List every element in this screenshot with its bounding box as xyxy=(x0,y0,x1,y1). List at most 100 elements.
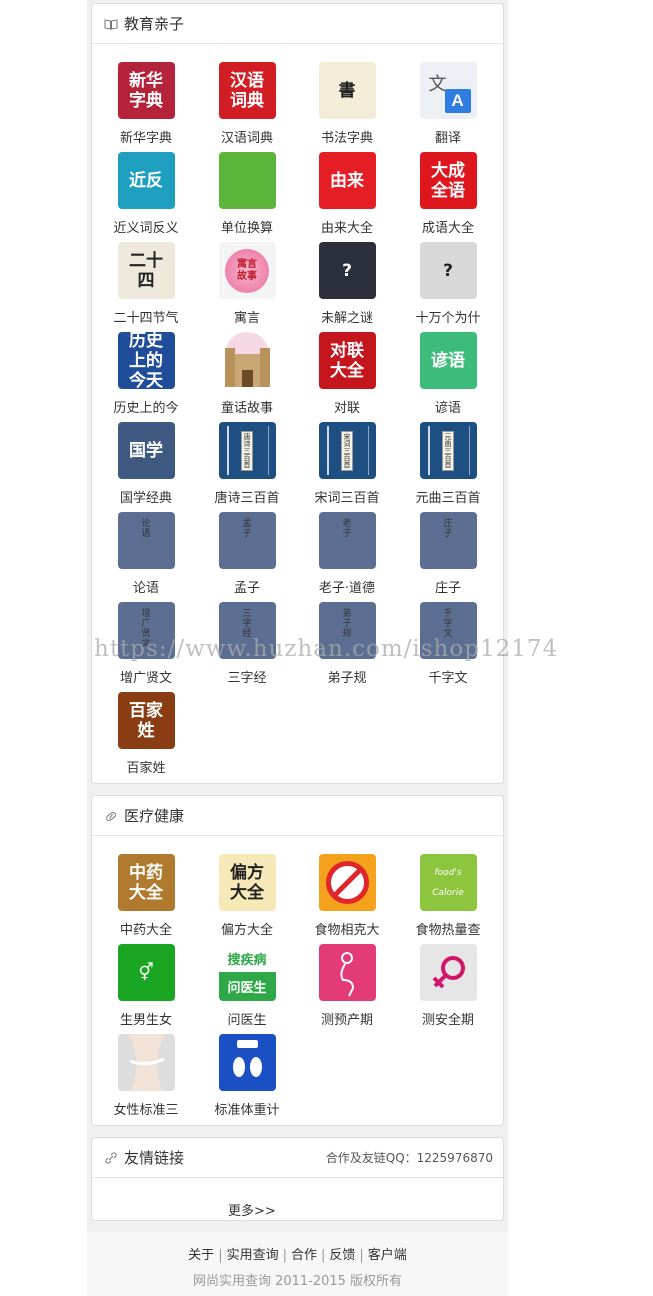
education-tile[interactable]: 谚语 谚语 xyxy=(398,332,498,422)
education-tile-label: 唐诗三百首 xyxy=(214,491,280,506)
pill-icon xyxy=(106,811,116,821)
education-tile-label: 国学经典 xyxy=(119,491,172,506)
health-tile-label: 中药大全 xyxy=(119,923,172,938)
footer-nav-separator: | xyxy=(218,1248,223,1263)
education-tile[interactable]: ? 未解之谜 xyxy=(297,242,397,332)
education-tile[interactable]: 童话故事 xyxy=(197,332,297,422)
education-tile[interactable]: 書书法字典 xyxy=(297,62,397,152)
education-tile[interactable]: 对联大全 对联 xyxy=(297,332,397,422)
education-tile-label: 成语大全 xyxy=(421,221,474,236)
health-tile[interactable]: 偏方大全 偏方大全 xyxy=(197,854,297,944)
classic-book-icon: 元曲三百首 xyxy=(419,422,477,479)
education-tile[interactable]: 三字经 三字经 xyxy=(197,602,297,692)
education-tile[interactable]: 由来 由来大全 xyxy=(297,152,397,242)
education-app-icon xyxy=(218,332,276,389)
links-more-link[interactable]: 更多>> xyxy=(228,1200,276,1219)
education-tile-label: 由来大全 xyxy=(320,221,373,236)
education-tile-label: 十万个为什 xyxy=(415,311,481,326)
education-tile[interactable]: 近反 近义词反义 xyxy=(96,152,196,242)
health-tile[interactable]: 搜疾病 问医生 问医生 xyxy=(197,944,297,1034)
footer-nav-link[interactable]: 实用查询 xyxy=(227,1248,279,1263)
education-tile[interactable]: 单位换算 xyxy=(197,152,297,242)
health-tile[interactable]: ⚥ 生男生女 xyxy=(96,944,196,1034)
education-tile[interactable]: 宋词三百首 宋词三百首 xyxy=(297,422,397,512)
footer-nav-separator: | xyxy=(359,1248,364,1263)
book-title-slip: 孟子 xyxy=(242,518,252,539)
education-tile[interactable]: 汉语词典 汉语词典 xyxy=(197,62,297,152)
health-tile[interactable]: 女性标准三 xyxy=(96,1034,196,1124)
footer: 关于 | 实用查询 | 合作 | 反馈 | 客户端 网尚实用查询 2011-2015 版权所有 xyxy=(87,1232,508,1296)
education-tile-label: 翻译 xyxy=(434,131,461,146)
fable-icon-text: 寓言故事 xyxy=(237,258,257,282)
education-tile[interactable]: 文 A 翻译 xyxy=(398,62,498,152)
health-tile-label: 问医生 xyxy=(227,1013,267,1028)
education-tile[interactable]: 历史上的今天历史上的今 xyxy=(96,332,196,422)
footer-nav-link[interactable]: 合作 xyxy=(291,1248,317,1263)
education-tile[interactable]: 寓言故事 寓言 xyxy=(197,242,297,332)
health-app-icon: food's Calorie xyxy=(419,854,477,911)
book-title-slip: 三字经 xyxy=(242,608,252,639)
health-tile[interactable]: 标准体重计 xyxy=(197,1034,297,1124)
footer-nav-link[interactable]: 关于 xyxy=(188,1248,214,1263)
education-app-icon: ? xyxy=(419,242,477,299)
education-tile[interactable]: 千字文 千字文 xyxy=(398,602,498,692)
education-tile[interactable]: 增广贤文 增广贤文 xyxy=(96,602,196,692)
education-tile-label: 寓言 xyxy=(233,311,260,326)
lotus-shape: 寓言故事 xyxy=(225,248,269,293)
footer-copyright: 网尚实用查询 2011-2015 版权所有 xyxy=(192,1274,403,1289)
education-tile[interactable]: ? 十万个为什 xyxy=(398,242,498,332)
education-tile[interactable]: 弟子规 弟子规 xyxy=(297,602,397,692)
health-tile-label: 偏方大全 xyxy=(220,923,273,938)
book-edge xyxy=(267,426,269,475)
education-tile-label: 历史上的今 xyxy=(113,401,179,416)
education-tile-label: 对联 xyxy=(333,401,360,416)
education-tile[interactable]: 国学 国学经典 xyxy=(96,422,196,512)
education-app-icon: 寓言故事 xyxy=(218,242,276,299)
education-tile[interactable]: 老子 老子·道德 xyxy=(297,512,397,602)
education-tile[interactable]: 论语 论语 xyxy=(96,512,196,602)
health-app-icon: 偏方大全 xyxy=(218,854,276,911)
health-tile[interactable]: food's Calorie 食物热量查 xyxy=(398,854,498,944)
footer-nav-link[interactable]: 客户端 xyxy=(368,1248,407,1263)
education-tile-label: 二十四节气 xyxy=(113,311,179,326)
classic-book-icon: 孟子 xyxy=(218,512,276,569)
education-tile-label: 书法字典 xyxy=(320,131,373,146)
education-app-icon xyxy=(218,152,276,209)
education-tile[interactable]: 二十四 二十四节气 xyxy=(96,242,196,332)
book-edge xyxy=(367,426,369,475)
health-tile[interactable]: 中药大全 中药大全 xyxy=(96,854,196,944)
translate-glyph: 文 xyxy=(428,74,447,95)
education-app-icon: 大成全语 xyxy=(419,152,477,209)
education-tile-label: 千字文 xyxy=(428,671,468,686)
health-app-icon: 中药大全 xyxy=(117,854,175,911)
education-tile[interactable]: 新华字典 新华字典 xyxy=(96,62,196,152)
education-tile[interactable]: 孟子 孟子 xyxy=(197,512,297,602)
education-tile-label: 汉语词典 xyxy=(220,131,273,146)
health-tile[interactable]: 测安全期 xyxy=(398,944,498,1034)
education-tile[interactable]: 元曲三百首 元曲三百首 xyxy=(398,422,498,512)
education-icon-text: ? xyxy=(443,260,453,281)
education-tile[interactable]: 庄子 庄子 xyxy=(398,512,498,602)
education-app-icon: 百家姓 xyxy=(117,692,175,749)
education-tile[interactable]: 百家姓 百家姓 xyxy=(96,692,196,782)
book-title-slip: 唐诗三百首 xyxy=(241,430,253,471)
education-icon-text: 对联大全 xyxy=(330,340,364,381)
no-food-shape xyxy=(325,861,369,904)
education-tile[interactable]: 大成全语 成语大全 xyxy=(398,152,498,242)
book-spine xyxy=(326,426,329,475)
education-app-icon: 历史上的今天 xyxy=(117,332,175,389)
health-tile[interactable]: 测预产期 xyxy=(297,944,397,1034)
health-app-icon xyxy=(318,854,376,911)
education-app-icon: 国学 xyxy=(117,422,175,479)
links-header: 友情链接 合作及友链QQ：1225976870 xyxy=(92,1138,503,1178)
health-tile-label: 测预产期 xyxy=(320,1013,373,1028)
book-title-slip: 弟子规 xyxy=(342,608,352,639)
female-symbol-shape xyxy=(432,956,465,989)
health-tile-label: 测安全期 xyxy=(421,1013,474,1028)
book-title-slip: 老子 xyxy=(342,518,352,539)
book-title-slip: 论语 xyxy=(141,518,151,539)
footer-nav-link[interactable]: 反馈 xyxy=(329,1248,355,1263)
education-tile[interactable]: 唐诗三百首 唐诗三百首 xyxy=(197,422,297,512)
health-tile[interactable]: 食物相克大 xyxy=(297,854,397,944)
health-app-icon: 搜疾病 问医生 xyxy=(218,944,276,1001)
